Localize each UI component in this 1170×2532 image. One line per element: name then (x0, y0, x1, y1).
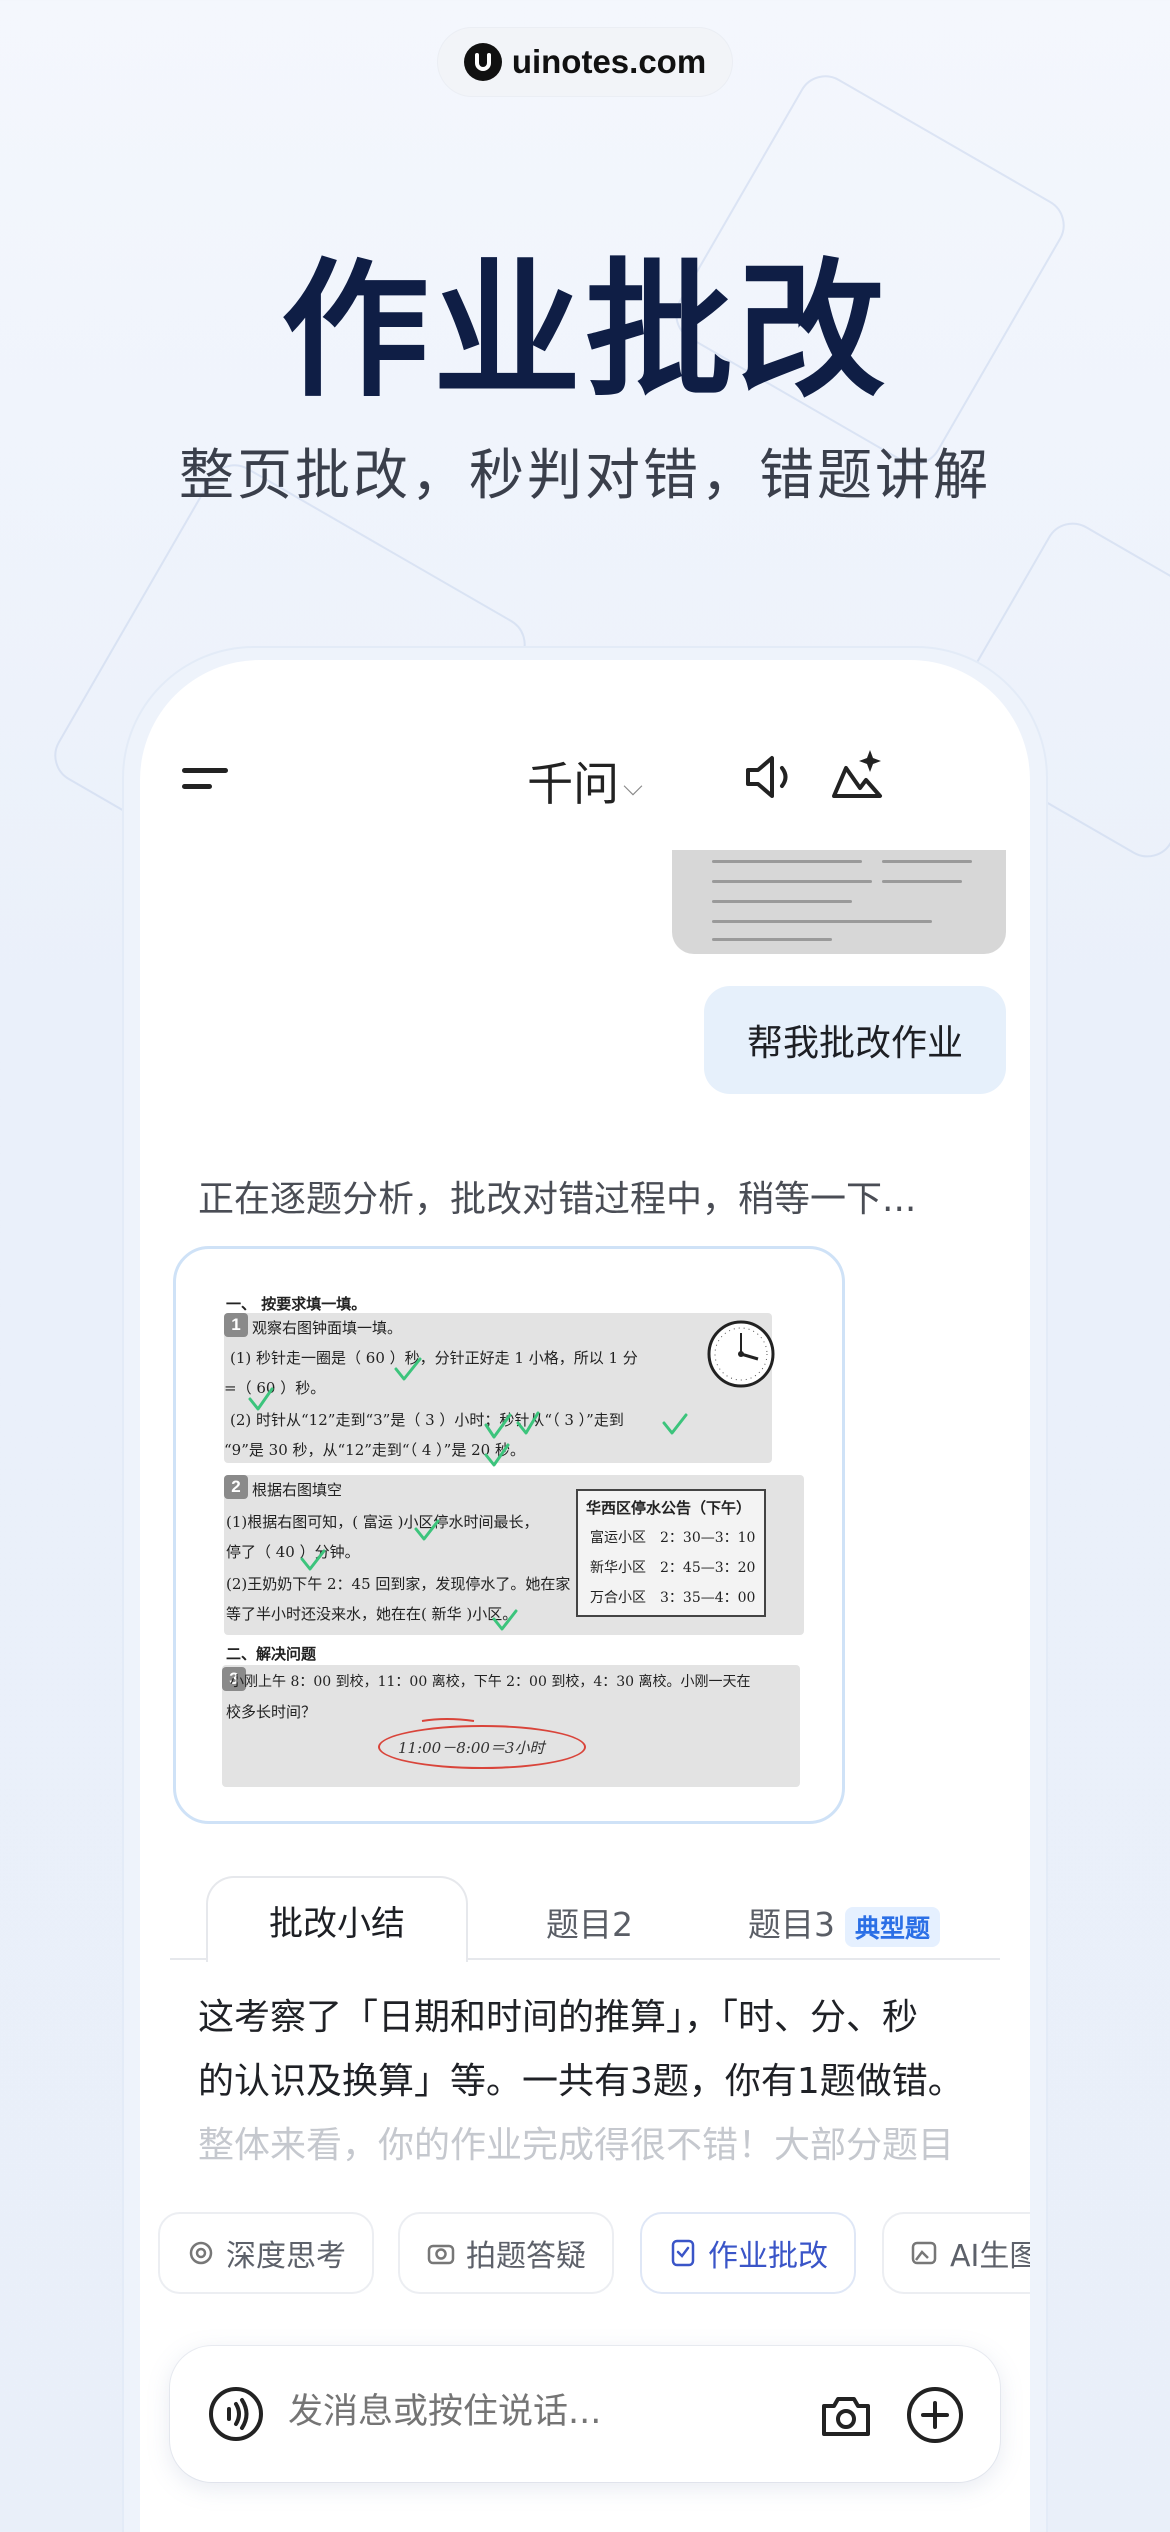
user-message-text: 帮我批改作业 (746, 1023, 963, 1064)
previous-image-thumbnail[interactable] (672, 850, 1006, 954)
homework-check-icon (671, 2239, 695, 2267)
chip-deep-thinking[interactable]: 深度思考 (158, 2212, 374, 2294)
brain-icon (189, 2241, 213, 2265)
camera-question-icon (427, 2244, 455, 2265)
watermark-text: uinotes.com (511, 43, 707, 80)
assistant-status-text: 正在逐题分析，批改对错过程中，稍等一下... (198, 1179, 917, 1220)
summary-line: 的认识及换算」等。一共有3题，你有1题做错。 (198, 2061, 964, 2102)
tab-question-3[interactable]: 题目3 典型题 (748, 1898, 941, 1947)
homework-image-card[interactable]: 一、 按要求填一填。 1 观察右图钟面填一填。 (1) 秒针走一圈是（ 60 ）… (173, 1246, 845, 1824)
chip-ai-image[interactable]: AI生图 (882, 2212, 1030, 2294)
uinotes-logo-icon (463, 43, 502, 81)
tab-question-3-label: 题目3 (748, 1905, 835, 1944)
typical-question-tag: 典型题 (845, 1906, 941, 1947)
grading-summary: 这考察了「日期和时间的推算」，「时、分、秒 的认识及换算」等。一共有3题，你有1… (198, 1986, 998, 2178)
chevron-down-icon: ⌵ (623, 772, 643, 802)
chip-label: 作业批改 (708, 2239, 828, 2274)
top-nav: 千问 ⌵ (140, 660, 1030, 850)
message-input[interactable] (288, 2392, 788, 2432)
watermark-badge: uinotes.com (438, 28, 732, 96)
sparkle-icon[interactable] (826, 744, 888, 806)
chip-label: 深度思考 (226, 2239, 346, 2274)
chip-label: AI生图 (950, 2239, 1030, 2274)
message-input-bar (170, 2346, 1000, 2482)
user-message-bubble: 帮我批改作业 (704, 986, 1006, 1094)
image-gen-icon (911, 2241, 937, 2265)
chip-homework-grading[interactable]: 作业批改 (640, 2212, 856, 2294)
tab-summary[interactable]: 批改小结 (206, 1876, 468, 1962)
tab-summary-label: 批改小结 (269, 1903, 405, 1944)
model-name: 千问 (527, 757, 620, 811)
result-tabs: 批改小结 题目2 题目3 典型题 (170, 1876, 1000, 1962)
tab-question-2-label: 题目2 (546, 1905, 633, 1944)
summary-line-faded: 整体来看，你的作业完成得很不错！大部分题目 (198, 2125, 955, 2166)
model-selector[interactable]: 千问 ⌵ (140, 748, 1030, 814)
voice-input-icon[interactable] (208, 2386, 264, 2442)
check-marks (248, 1357, 688, 1722)
tab-question-2[interactable]: 题目2 (546, 1898, 633, 1946)
feature-chips: 深度思考 拍题答疑 作业批改 AI生图 (158, 2212, 1030, 2294)
homework-paper: 一、 按要求填一填。 1 观察右图钟面填一填。 (1) 秒针走一圈是（ 60 ）… (216, 1293, 804, 1793)
chip-label: 拍题答疑 (466, 2239, 586, 2274)
chip-photo-question[interactable]: 拍题答疑 (398, 2212, 614, 2294)
camera-icon[interactable] (818, 2388, 874, 2444)
hero-subtitle: 整页批改，秒判对错，错题讲解 (178, 443, 991, 507)
hero-title: 作业批改 (281, 245, 889, 417)
plus-icon[interactable] (906, 2386, 964, 2444)
summary-line: 这考察了「日期和时间的推算」，「时、分、秒 (198, 1997, 919, 2038)
phone-frame: 千问 ⌵ 帮我批改作业 正在逐题分析，批改对错过程中，稍等一下... 一、 按要… (124, 648, 1046, 2532)
speaker-icon[interactable] (740, 748, 798, 806)
app-screen: 千问 ⌵ 帮我批改作业 正在逐题分析，批改对错过程中，稍等一下... 一、 按要… (140, 660, 1030, 2532)
